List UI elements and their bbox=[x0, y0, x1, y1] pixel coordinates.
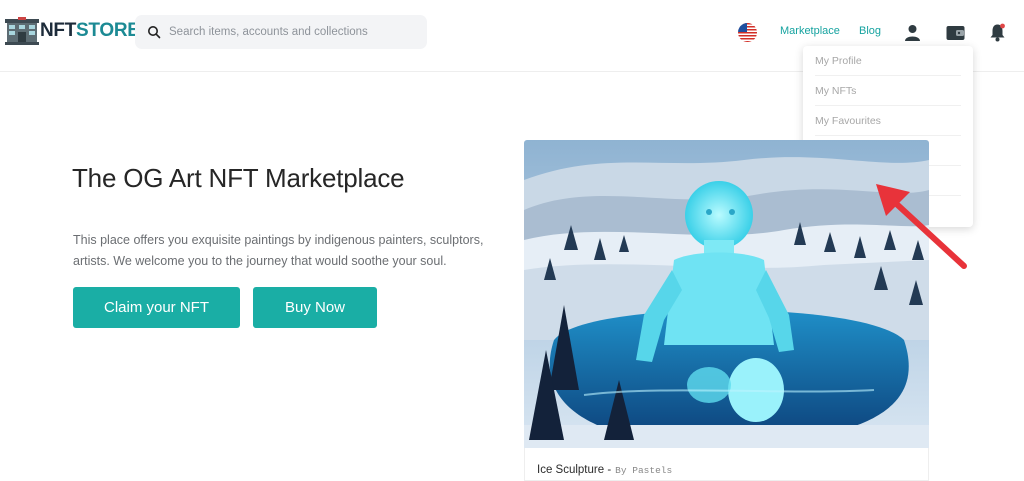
logo-text: NFTSTORE bbox=[40, 20, 140, 42]
user-icon[interactable] bbox=[904, 24, 921, 42]
menu-item-my-favourites[interactable]: My Favourites bbox=[815, 106, 961, 136]
search-icon bbox=[148, 26, 161, 39]
nav-blog-link[interactable]: Blog bbox=[859, 25, 881, 37]
hero-title: The OG Art NFT Marketplace bbox=[72, 163, 405, 193]
bell-icon[interactable] bbox=[989, 23, 1006, 42]
menu-item-my-nfts[interactable]: My NFTs bbox=[815, 76, 961, 106]
nft-creator[interactable]: By Pastels bbox=[615, 465, 672, 476]
nft-name: Ice Sculpture - bbox=[537, 464, 612, 476]
claim-nft-button[interactable]: Claim your NFT bbox=[73, 287, 240, 328]
hero-description: This place offers you exquisite painting… bbox=[73, 233, 484, 268]
logo-text-store: STORE bbox=[76, 20, 140, 41]
red-annotation-arrow-icon bbox=[876, 184, 967, 269]
wallet-icon[interactable] bbox=[946, 25, 965, 41]
buy-now-button[interactable]: Buy Now bbox=[253, 287, 377, 328]
nav-marketplace-link[interactable]: Marketplace bbox=[780, 25, 840, 37]
nft-title: Ice Sculpture - By Pastels bbox=[537, 464, 672, 476]
logo-text-nft: NFT bbox=[40, 20, 77, 41]
us-flag-icon[interactable] bbox=[738, 23, 757, 42]
site-logo[interactable]: NFTSTORE bbox=[5, 16, 140, 46]
search-bar[interactable] bbox=[135, 15, 427, 49]
building-logo-icon bbox=[5, 17, 39, 45]
search-input[interactable] bbox=[169, 26, 419, 38]
nft-card-footer: Ice Sculpture - By Pastels bbox=[524, 448, 929, 481]
menu-item-my-profile[interactable]: My Profile bbox=[815, 46, 961, 76]
